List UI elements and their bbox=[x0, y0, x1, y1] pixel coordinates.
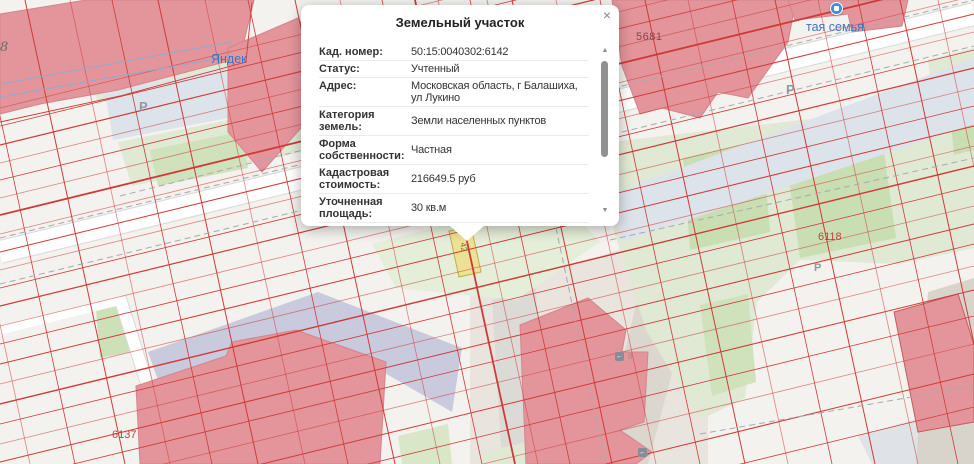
parking-icon: P bbox=[814, 262, 821, 274]
field-row: Кад. номер: 50:15:0040302:6142 bbox=[319, 44, 589, 61]
field-value: Земли населенных пунктов bbox=[411, 109, 589, 133]
field-value: Учтенный bbox=[411, 63, 589, 75]
entrance-icon: ← bbox=[638, 448, 647, 457]
field-row: Категория земель: Земли населенных пункт… bbox=[319, 107, 589, 136]
building-number-5681: 5681 bbox=[636, 31, 662, 43]
field-label: Уточненная площадь: bbox=[319, 196, 411, 220]
field-label: Статус: bbox=[319, 63, 411, 75]
field-label: Адрес: bbox=[319, 80, 411, 104]
poi-pin-icon[interactable] bbox=[830, 2, 843, 15]
parcel-number-6118: 6118 bbox=[818, 231, 842, 243]
parcel-info-popup: × Земельный участок Кад. номер: 50:15:00… bbox=[301, 5, 619, 226]
field-row: Статус: Учтенный bbox=[319, 61, 589, 78]
popup-fields-list: Кад. номер: 50:15:0040302:6142 Статус: У… bbox=[319, 44, 589, 226]
field-row: Кадастровая стоимость: 216649.5 руб bbox=[319, 165, 589, 194]
field-label: Форма собственности: bbox=[319, 138, 411, 162]
parcel-number-6137: 6137 bbox=[112, 429, 136, 441]
entrance-icon: ← bbox=[615, 352, 624, 361]
field-label: Категория земель: bbox=[319, 109, 411, 133]
popup-scrollbar[interactable]: ▲ ▼ bbox=[600, 47, 610, 214]
scroll-down-icon[interactable]: ▼ bbox=[600, 207, 610, 214]
field-value: 50:15:0040302:6142 bbox=[411, 46, 589, 58]
field-value: Частная bbox=[411, 138, 589, 162]
field-label: Разрешенное bbox=[319, 225, 411, 226]
field-value: для жилищного строительства bbox=[411, 225, 589, 226]
field-row: Уточненная площадь: 30 кв.м bbox=[319, 194, 589, 223]
field-value: 30 кв.м bbox=[411, 196, 589, 220]
scroll-up-icon[interactable]: ▲ bbox=[600, 47, 610, 54]
entrance-number-label: 8 bbox=[628, 352, 632, 361]
cadastral-map-screen: 5681 6118 6137 P P P Яндекс тая семья 8 … bbox=[0, 0, 974, 464]
field-row: Разрешенное для жилищного строительства bbox=[319, 223, 589, 226]
popup-title: Земельный участок bbox=[301, 15, 619, 30]
scrollbar-thumb[interactable] bbox=[601, 61, 608, 157]
field-label: Кадастровая стоимость: bbox=[319, 167, 411, 191]
poi-label-yandex[interactable]: Яндекс bbox=[211, 52, 247, 68]
field-row: Адрес: Московская область, г Балашиха, у… bbox=[319, 78, 589, 107]
field-value: 216649.5 руб bbox=[411, 167, 589, 191]
field-row: Форма собственности: Частная bbox=[319, 136, 589, 165]
popup-tail-pointer bbox=[450, 226, 484, 241]
poi-label-family[interactable]: тая семья bbox=[806, 20, 864, 34]
field-value: Московская область, г Балашиха, ул Лукин… bbox=[411, 80, 589, 104]
close-icon[interactable]: × bbox=[603, 8, 611, 22]
field-label: Кад. номер: bbox=[319, 46, 411, 58]
parking-icon: P bbox=[139, 99, 148, 114]
parking-icon: P bbox=[786, 82, 795, 97]
house-number-label: 8 bbox=[0, 40, 8, 55]
